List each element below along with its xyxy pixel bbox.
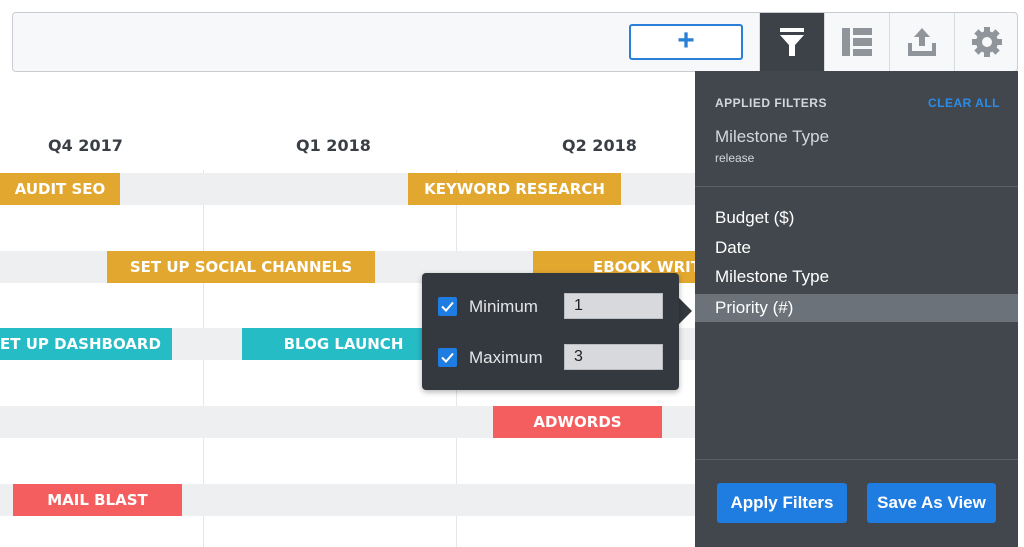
filter-option-milestone-type[interactable]: Milestone Type xyxy=(695,263,1018,291)
export-icon xyxy=(908,28,936,56)
milestone-bar[interactable]: BLOG LAUNCH xyxy=(242,328,445,360)
minimum-label: Minimum xyxy=(469,297,538,316)
settings-tool-button[interactable] xyxy=(954,13,1019,71)
maximum-checkbox[interactable] xyxy=(438,348,457,367)
checkmark-icon xyxy=(441,352,454,363)
milestone-bar[interactable]: AUDIT SEO xyxy=(0,173,120,205)
gear-icon xyxy=(972,27,1002,57)
milestone-bar[interactable]: SET UP SOCIAL CHANNELS xyxy=(107,251,375,283)
quarter-label: Q1 2018 xyxy=(296,136,371,155)
checkmark-icon xyxy=(441,301,454,312)
milestone-bar[interactable]: MAIL BLAST xyxy=(13,484,182,516)
applied-filter-value: release xyxy=(715,151,755,165)
filter-option-priority[interactable]: Priority (#) xyxy=(695,294,1018,322)
maximum-input[interactable]: 3 xyxy=(564,344,663,370)
panel-divider xyxy=(695,186,1018,187)
milestone-bar[interactable]: KEYWORD RESEARCH xyxy=(408,173,621,205)
filter-icon xyxy=(780,28,804,56)
milestone-bar[interactable]: ADWORDS xyxy=(493,406,662,438)
filter-panel: APPLIED FILTERS CLEAR ALL Milestone Type… xyxy=(695,71,1018,547)
apply-filters-button[interactable]: Apply Filters xyxy=(717,483,847,523)
applied-filter-name[interactable]: Milestone Type xyxy=(715,127,829,147)
milestone-bar[interactable]: ET UP DASHBOARD xyxy=(0,328,172,360)
filter-option-budget[interactable]: Budget ($) xyxy=(695,204,1018,232)
layout-icon xyxy=(842,28,872,56)
applied-filters-heading: APPLIED FILTERS xyxy=(715,96,827,110)
filter-option-date[interactable]: Date xyxy=(695,234,1018,262)
priority-range-popover: Minimum 1 Maximum 3 xyxy=(422,273,679,390)
quarter-label: Q4 2017 xyxy=(48,136,123,155)
minimum-checkbox[interactable] xyxy=(438,297,457,316)
minimum-input[interactable]: 1 xyxy=(564,293,663,319)
export-tool-button[interactable] xyxy=(889,13,954,71)
clear-all-link[interactable]: CLEAR ALL xyxy=(928,96,1000,110)
popover-arrow xyxy=(679,298,692,324)
layout-tool-button[interactable] xyxy=(824,13,889,71)
save-as-view-button[interactable]: Save As View xyxy=(867,483,996,523)
panel-divider xyxy=(695,459,1018,460)
filter-tool-button[interactable] xyxy=(759,13,824,71)
maximum-label: Maximum xyxy=(469,348,543,367)
add-button[interactable]: + xyxy=(629,24,743,60)
top-toolbar: + xyxy=(12,12,1018,72)
quarter-label: Q2 2018 xyxy=(562,136,637,155)
